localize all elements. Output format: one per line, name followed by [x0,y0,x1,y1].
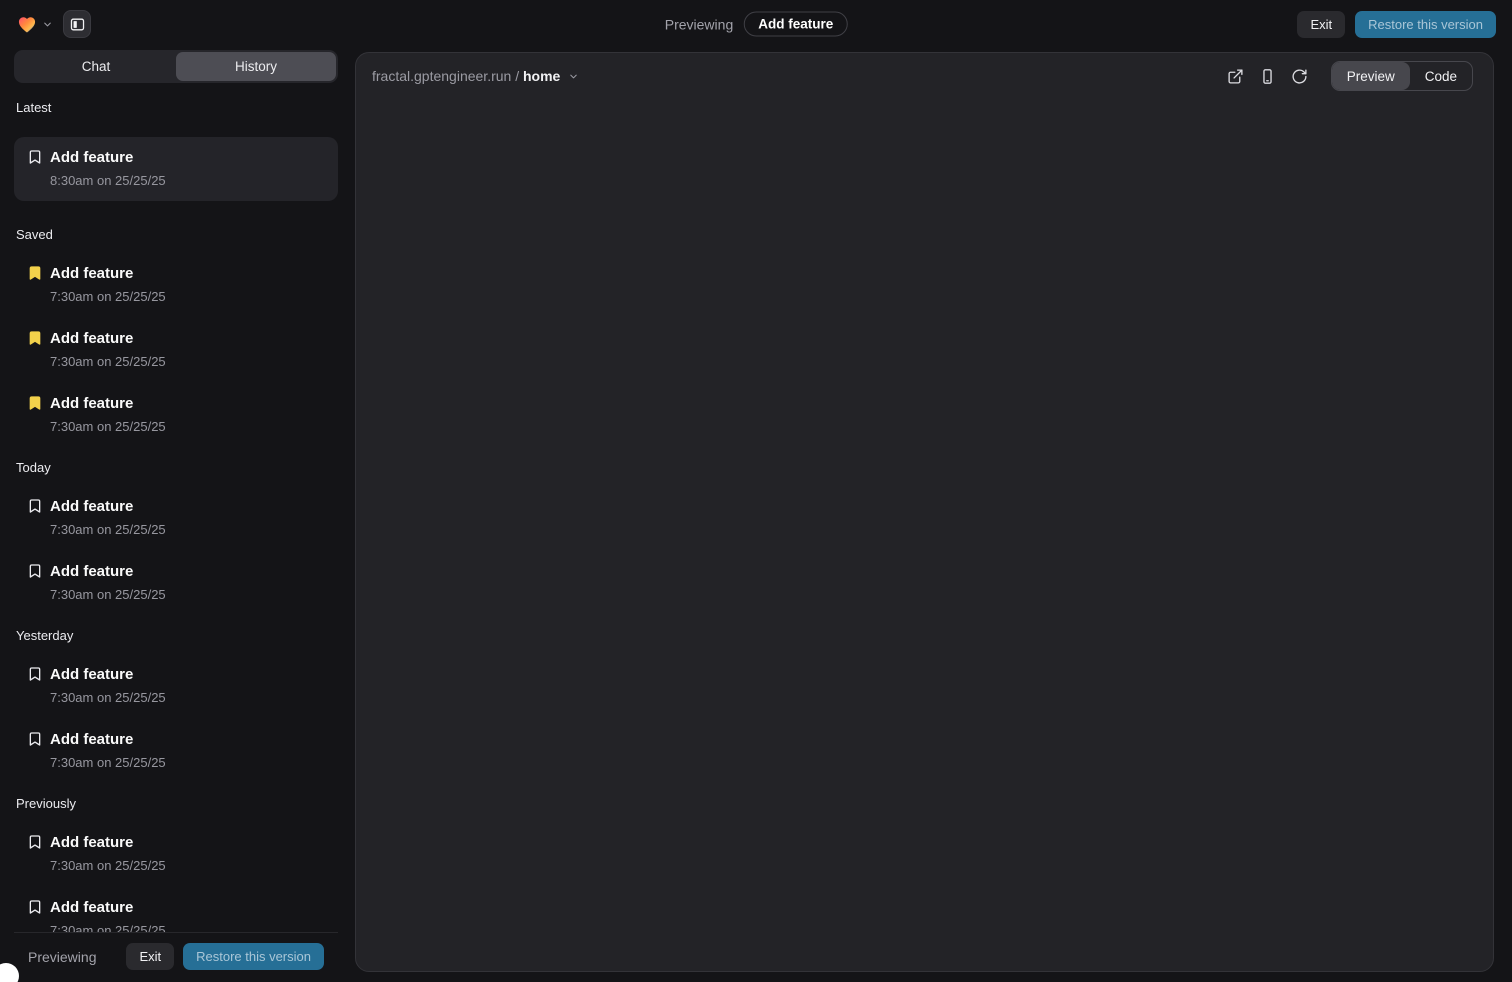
preview-status: Previewing Add feature [665,12,848,37]
mobile-preview-button[interactable] [1257,66,1278,87]
bookmark-outline-icon [27,563,43,579]
bookmark-outline-icon [27,899,43,915]
version-badge[interactable]: Add feature [744,12,847,37]
preview-url-page: home [523,68,560,84]
preview-panel: fractal.gptengineer.run / home [355,52,1494,972]
history-version-item[interactable]: Add feature 7:30am on 25/25/25 [14,329,338,370]
version-timestamp: 7:30am on 25/25/25 [50,587,166,603]
history-version-item[interactable]: Add feature 7:30am on 25/25/25 [14,730,338,771]
version-timestamp: 7:30am on 25/25/25 [50,858,166,874]
history-version-item[interactable]: Add feature 7:30am on 25/25/25 [14,497,338,538]
toggle-preview-button[interactable]: Preview [1332,62,1410,90]
history-version-item[interactable]: Add feature 8:30am on 25/25/25 [14,137,338,201]
chevron-down-icon [42,19,53,30]
topbar-left [16,10,91,38]
bookmark-filled-icon [27,265,43,281]
history-list: Latest Add feature 8:30am on 25/25/25 Saved… [14,83,338,932]
bookmark-outline-icon [27,498,43,514]
history-section-title: Yesterday [16,628,336,643]
topbar: Previewing Add feature Exit Restore this… [0,0,1512,48]
workspace-menu-button[interactable] [16,13,53,35]
version-timestamp: 7:30am on 25/25/25 [50,755,166,771]
history-version-item[interactable]: Add feature 7:30am on 25/25/25 [14,833,338,874]
preview-panel-actions: Preview Code [1225,61,1473,91]
version-timestamp: 7:30am on 25/25/25 [50,522,166,538]
lovable-heart-logo-icon [16,13,38,35]
history-version-item[interactable]: Add feature 7:30am on 25/25/25 [14,665,338,706]
history-section-title: Previously [16,796,336,811]
tab-chat[interactable]: Chat [16,52,176,81]
preview-url-selector[interactable]: fractal.gptengineer.run / home [372,68,579,84]
refresh-icon [1291,68,1308,85]
version-title: Add feature [50,497,166,516]
bookmark-outline-icon [27,149,43,165]
refresh-button[interactable] [1289,66,1310,87]
bookmark-outline-icon [27,834,43,850]
version-title: Add feature [50,562,166,581]
version-timestamp: 7:30am on 25/25/25 [50,289,166,305]
history-sidebar: Chat History Latest Add feature 8:30am on … [14,50,338,982]
bookmark-outline-icon [27,731,43,747]
footer-exit-button[interactable]: Exit [126,943,174,970]
version-title: Add feature [50,665,166,684]
exit-button[interactable]: Exit [1297,11,1345,38]
history-version-item[interactable]: Add feature 7:30am on 25/25/25 [14,898,338,932]
preview-viewport[interactable] [356,95,1493,971]
history-version-item[interactable]: Add feature 7:30am on 25/25/25 [14,562,338,603]
preview-code-toggle: Preview Code [1331,61,1473,91]
version-title: Add feature [50,148,166,167]
history-version-item[interactable]: Add feature 7:30am on 25/25/25 [14,264,338,305]
version-timestamp: 7:30am on 25/25/25 [50,690,166,706]
open-in-new-window-icon [1227,68,1244,85]
restore-version-button[interactable]: Restore this version [1355,11,1496,38]
preview-panel-header: fractal.gptengineer.run / home [356,53,1493,95]
previewing-label: Previewing [665,16,733,32]
version-title: Add feature [50,833,166,852]
version-timestamp: 7:30am on 25/25/25 [50,923,166,932]
history-version-item[interactable]: Add feature 7:30am on 25/25/25 [14,394,338,435]
version-title: Add feature [50,394,166,413]
history-section-title: Today [16,460,336,475]
bookmark-filled-icon [27,395,43,411]
history-section-title: Saved [16,227,336,242]
tab-history[interactable]: History [176,52,336,81]
bookmark-outline-icon [27,666,43,682]
toggle-code-button[interactable]: Code [1410,62,1472,90]
version-title: Add feature [50,730,166,749]
version-timestamp: 7:30am on 25/25/25 [50,419,166,435]
chevron-down-icon [568,71,579,82]
version-title: Add feature [50,898,166,917]
sidebar-toggle-button[interactable] [63,10,91,38]
version-timestamp: 8:30am on 25/25/25 [50,173,166,189]
open-in-new-window-button[interactable] [1225,66,1246,87]
version-title: Add feature [50,329,166,348]
topbar-actions: Exit Restore this version [1297,11,1496,38]
version-timestamp: 7:30am on 25/25/25 [50,354,166,370]
version-title: Add feature [50,264,166,283]
chat-history-tabs: Chat History [14,50,338,83]
footer-previewing-label: Previewing [28,949,96,965]
preview-url-prefix: fractal.gptengineer.run / [372,68,519,84]
history-section-title: Latest [16,100,336,115]
sidebar-footer: Previewing Exit Restore this version [14,932,338,982]
bookmark-filled-icon [27,330,43,346]
footer-restore-version-button[interactable]: Restore this version [183,943,324,970]
panel-left-icon [69,16,86,33]
mobile-preview-icon [1259,68,1276,85]
